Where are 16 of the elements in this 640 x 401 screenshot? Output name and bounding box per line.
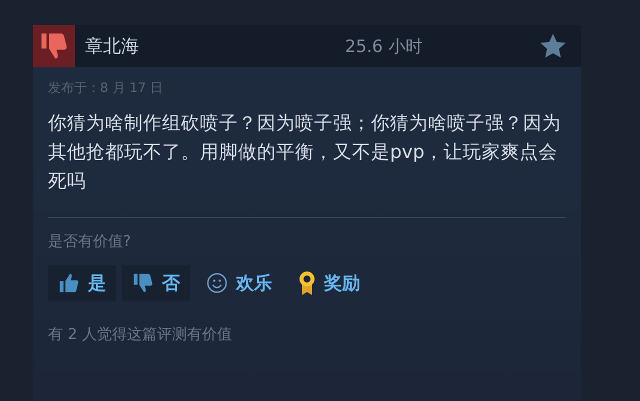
smiley-icon [206,272,228,294]
playtime: 25.6 小时 [344,36,424,58]
yes-button[interactable]: 是 [48,265,116,301]
thumbs-down-icon [132,272,154,294]
helpful-prompt: 是否有价值? [48,232,132,251]
funny-button[interactable]: 欢乐 [196,265,282,301]
helpful-count: 有 2 人觉得这篇评测有价值 [48,325,234,344]
award-ribbon-icon [298,270,316,296]
thumbs-up-icon [58,272,80,294]
award-button[interactable]: 奖励 [288,265,370,301]
thumbs-down-icon [39,31,69,61]
no-button[interactable]: 否 [122,265,190,301]
star-icon[interactable] [539,32,567,60]
post-date: 发布于：8 月 17 日 [48,80,164,97]
author-name[interactable]: 章北海 [85,34,235,58]
review-text: 你猜为啥制作组砍喷子？因为喷子强；你猜为啥喷子强？因为其他抢都玩不了。用脚做的平衡，又不是pvp，让玩家爽点会死吗 [48,112,562,194]
